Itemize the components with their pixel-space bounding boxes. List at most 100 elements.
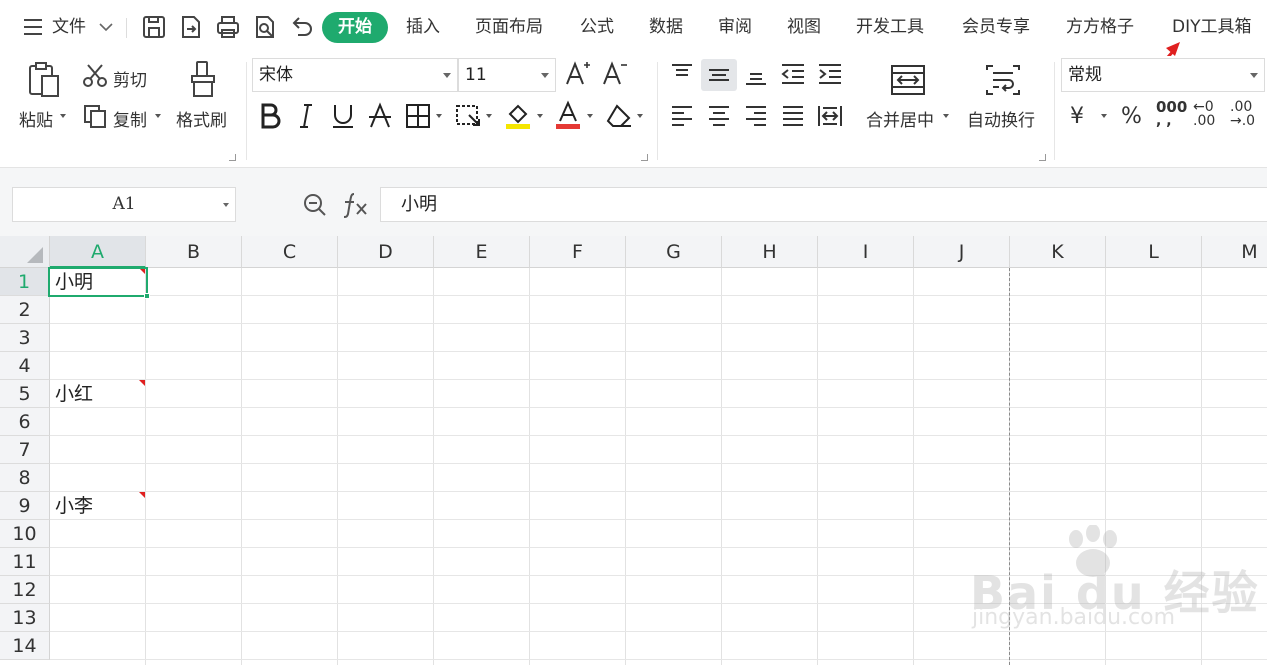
zoom-formula-icon[interactable] [302, 192, 328, 222]
align-center-icon[interactable] [707, 104, 731, 132]
decrease-indent-icon[interactable] [780, 62, 806, 90]
italic-icon[interactable] [296, 102, 316, 134]
row-header-13[interactable]: 13 [0, 604, 50, 632]
tab-home[interactable]: 开始 [322, 12, 388, 43]
underline-icon[interactable] [330, 102, 356, 134]
tab-formulas[interactable]: 公式 [580, 12, 614, 42]
row-header-10[interactable]: 10 [0, 520, 50, 548]
column-header-b[interactable]: B [146, 236, 242, 268]
row-header-1[interactable]: 1 [0, 268, 50, 296]
font-name-select[interactable]: 宋体 [252, 58, 458, 92]
row-header-9[interactable]: 9 [0, 492, 50, 520]
column-header-i[interactable]: I [818, 236, 914, 268]
row-header-6[interactable]: 6 [0, 408, 50, 436]
fill-color-dropdown-icon[interactable] [537, 114, 543, 118]
row-header-2[interactable]: 2 [0, 296, 50, 324]
clear-format-dropdown-icon[interactable] [637, 114, 643, 118]
font-dialog-launcher[interactable] [641, 154, 648, 161]
row-header-11[interactable]: 11 [0, 548, 50, 576]
alignment-dialog-launcher[interactable] [1039, 154, 1046, 161]
cell-comment-marker-icon[interactable] [139, 380, 145, 386]
row-header-3[interactable]: 3 [0, 324, 50, 352]
clear-format-icon[interactable] [605, 102, 633, 134]
paste-icon[interactable] [24, 60, 64, 104]
row-header-14[interactable]: 14 [0, 632, 50, 660]
font-color-dropdown-icon[interactable] [587, 114, 593, 118]
tab-view[interactable]: 视图 [787, 12, 821, 42]
merge-center-button[interactable]: 合并居中 [866, 106, 934, 131]
borders-icon[interactable] [405, 103, 431, 133]
wrap-text-icon[interactable] [985, 64, 1021, 100]
align-right-icon[interactable] [744, 104, 768, 132]
merge-center-icon[interactable] [890, 64, 926, 100]
tab-data[interactable]: 数据 [649, 12, 683, 42]
thousands-separator-button[interactable]: 000 , , [1156, 100, 1187, 129]
export-pdf-icon[interactable] [178, 14, 204, 40]
format-painter-icon[interactable] [186, 60, 220, 104]
borders-dropdown-icon[interactable] [436, 114, 442, 118]
save-icon[interactable] [141, 14, 167, 40]
undo-icon[interactable] [289, 14, 315, 40]
print-preview-icon[interactable] [252, 14, 278, 40]
row-header-7[interactable]: 7 [0, 436, 50, 464]
align-bottom-icon[interactable] [744, 62, 768, 90]
cut-button[interactable]: 剪切 [113, 66, 147, 91]
format-painter-button[interactable]: 格式刷 [176, 106, 227, 131]
align-left-icon[interactable] [670, 104, 694, 132]
copy-dropdown-icon[interactable] [155, 114, 161, 118]
column-header-l[interactable]: L [1106, 236, 1202, 268]
align-middle-icon[interactable] [701, 59, 737, 91]
font-size-select[interactable]: 11 [458, 58, 556, 92]
number-format-select[interactable]: 常规 [1061, 58, 1265, 92]
select-all-button[interactable] [0, 236, 50, 268]
cut-icon[interactable] [82, 62, 108, 92]
paste-button[interactable]: 粘贴 [19, 106, 53, 131]
formula-input[interactable]: 小明 [380, 187, 1267, 222]
currency-button[interactable]: ¥ [1070, 104, 1084, 129]
align-top-icon[interactable] [670, 62, 694, 90]
row-header-12[interactable]: 12 [0, 576, 50, 604]
column-header-j[interactable]: J [914, 236, 1010, 268]
hamburger-menu-icon[interactable] [22, 16, 46, 38]
cell-a9[interactable]: 小李 [50, 492, 146, 520]
column-header-h[interactable]: H [722, 236, 818, 268]
increase-font-size-icon[interactable] [564, 60, 592, 92]
wrap-text-button[interactable]: 自动换行 [967, 106, 1035, 131]
merge-center-dropdown-icon[interactable] [943, 114, 949, 118]
column-header-a[interactable]: A [50, 236, 146, 268]
row-header-4[interactable]: 4 [0, 352, 50, 380]
tab-developer[interactable]: 开发工具 [856, 12, 924, 42]
column-header-f[interactable]: F [530, 236, 626, 268]
cell-a5[interactable]: 小红 [50, 380, 146, 408]
fx-insert-function-icon[interactable] [342, 190, 370, 224]
copy-icon[interactable] [82, 103, 108, 133]
print-icon[interactable] [215, 14, 241, 40]
column-header-c[interactable]: C [242, 236, 338, 268]
fill-handle[interactable] [144, 293, 150, 299]
tab-page-layout[interactable]: 页面布局 [475, 12, 543, 42]
clipboard-dialog-launcher[interactable] [229, 154, 236, 161]
name-box[interactable]: A1 [12, 187, 236, 222]
tab-member[interactable]: 会员专享 [962, 12, 1030, 42]
decrease-font-size-icon[interactable] [601, 60, 629, 92]
increase-indent-icon[interactable] [817, 62, 843, 90]
row-header-8[interactable]: 8 [0, 464, 50, 492]
column-header-d[interactable]: D [338, 236, 434, 268]
bold-icon[interactable] [258, 102, 282, 134]
column-header-k[interactable]: K [1010, 236, 1106, 268]
file-menu[interactable]: 文件 [52, 12, 113, 42]
paste-dropdown-icon[interactable] [60, 114, 66, 118]
strikethrough-icon[interactable] [367, 102, 393, 134]
column-header-m[interactable]: M [1202, 236, 1267, 268]
fill-color-icon[interactable] [504, 100, 532, 134]
cell-style-icon[interactable] [455, 103, 483, 133]
tab-review[interactable]: 审阅 [718, 12, 752, 42]
column-header-e[interactable]: E [434, 236, 530, 268]
tab-fangfang-grid[interactable]: 方方格子 [1066, 12, 1134, 42]
cell-style-dropdown-icon[interactable] [486, 114, 492, 118]
decrease-decimal-button[interactable]: .00 →.0 [1230, 100, 1255, 128]
tab-insert[interactable]: 插入 [406, 12, 440, 42]
percent-button[interactable]: % [1121, 104, 1142, 129]
distributed-align-icon[interactable] [817, 104, 843, 132]
row-header-5[interactable]: 5 [0, 380, 50, 408]
